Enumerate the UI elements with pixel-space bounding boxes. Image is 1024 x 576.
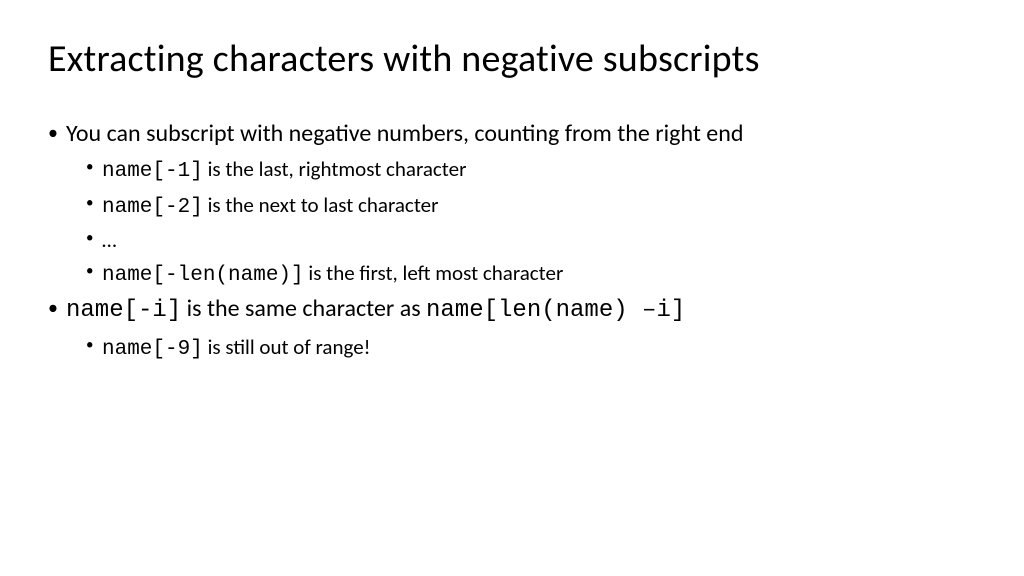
- sub-4: name[-len(name)] is the first, left most…: [102, 258, 976, 291]
- sub-1-code: name[-1]: [102, 160, 203, 183]
- sub-1-text: is the last, rightmost character: [203, 156, 467, 182]
- sub-4-code: name[-len(name)]: [102, 264, 304, 287]
- bullet-2-code1: name[-i]: [66, 297, 181, 324]
- bullet-1-text: You can subscript with negative numbers,…: [66, 119, 743, 148]
- sub-1: name[-1] is the last, rightmost characte…: [102, 154, 976, 187]
- slide-title: Extracting characters with negative subs…: [48, 36, 976, 82]
- sub-2-text: is the next to last character: [203, 192, 439, 218]
- content-list: You can subscript with negative numbers,…: [48, 118, 976, 365]
- sub-3: …: [102, 225, 976, 255]
- sub-3-text: …: [102, 227, 117, 253]
- sub-2-code: name[-2]: [102, 196, 203, 219]
- sub-5-text: is still out of range!: [203, 334, 371, 360]
- sub-4-text: is the first, left most character: [304, 260, 564, 286]
- sub-5: name[-9] is still out of range!: [102, 332, 976, 365]
- bullet-2-mid: is the same character as: [181, 294, 426, 323]
- sub-5-code: name[-9]: [102, 338, 203, 361]
- bullet-2-code2: name[len(name) –i]: [426, 297, 685, 324]
- bullet-1: You can subscript with negative numbers,…: [66, 118, 976, 150]
- sub-2: name[-2] is the next to last character: [102, 190, 976, 223]
- bullet-2: name[-i] is the same character as name[l…: [66, 293, 976, 327]
